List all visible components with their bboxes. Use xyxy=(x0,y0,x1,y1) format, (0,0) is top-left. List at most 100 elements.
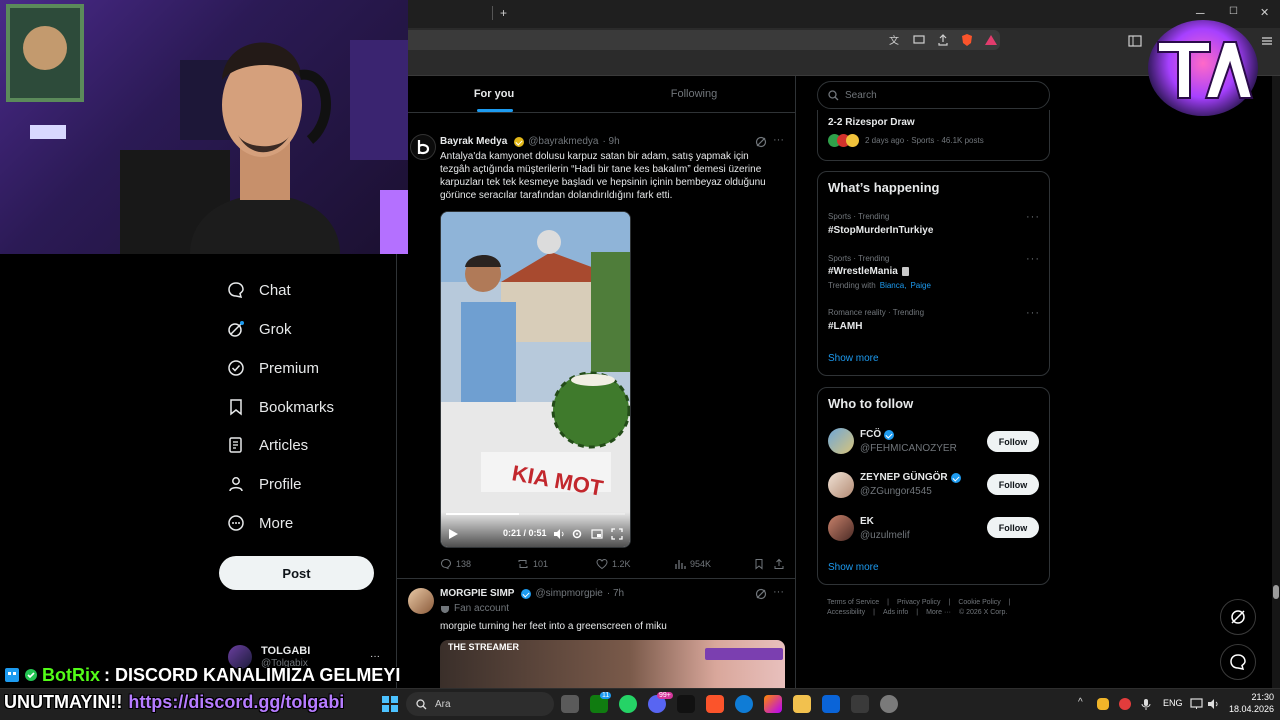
tweet-more-button[interactable]: ··· xyxy=(773,134,784,146)
author-handle[interactable]: @simpmorgpie xyxy=(535,588,602,599)
nav-grok[interactable]: Grok xyxy=(227,314,292,344)
follow-handle[interactable]: @ZGungor4545 xyxy=(860,486,932,497)
brave-rewards-icon[interactable] xyxy=(984,33,998,47)
tweet-time[interactable]: · 9h xyxy=(602,136,619,147)
footer-link[interactable]: Ads info xyxy=(883,609,908,616)
file-explorer-icon[interactable] xyxy=(793,695,811,713)
views-button[interactable]: 954K xyxy=(674,558,711,570)
translate-icon[interactable]: 文 xyxy=(888,33,902,47)
volume-icon[interactable] xyxy=(553,528,565,540)
follow-button[interactable]: Follow xyxy=(987,474,1039,495)
show-more-link[interactable]: Show more xyxy=(828,562,879,573)
cast-icon[interactable] xyxy=(912,33,926,47)
taskbar-search[interactable]: Ara xyxy=(406,692,554,716)
nav-premium[interactable]: Premium xyxy=(227,353,319,383)
follow-handle[interactable]: @uzulmelif xyxy=(860,530,910,541)
tweet-avatar[interactable] xyxy=(410,134,436,160)
post-button[interactable]: Post xyxy=(219,556,374,590)
avatar[interactable] xyxy=(828,515,854,541)
microphone-icon[interactable] xyxy=(1141,698,1151,711)
trend-name[interactable]: #WrestleMania xyxy=(828,266,898,277)
tweet-video[interactable]: KIA MOT xyxy=(440,211,631,548)
whatsapp-icon[interactable] xyxy=(619,695,637,713)
share-icon[interactable] xyxy=(936,33,950,47)
new-tab-button[interactable]: + xyxy=(500,6,507,20)
author-name[interactable]: MORGPIE SIMP xyxy=(440,588,514,599)
windows-start-icon[interactable] xyxy=(382,696,398,712)
input-language[interactable]: ENG xyxy=(1163,698,1183,708)
grok-analyze-icon[interactable] xyxy=(755,588,767,600)
settings-icon[interactable] xyxy=(571,528,583,540)
picture-in-picture-icon[interactable] xyxy=(591,528,603,540)
obs-icon[interactable] xyxy=(880,695,898,713)
tweet-avatar[interactable] xyxy=(408,588,434,614)
task-view-icon[interactable] xyxy=(561,695,579,713)
copilot-icon[interactable] xyxy=(764,695,782,713)
minimize-button[interactable]: ─ xyxy=(1196,6,1205,20)
app-icon[interactable] xyxy=(677,695,695,713)
grok-analyze-icon[interactable] xyxy=(755,136,767,148)
trending-with-link[interactable]: Paige xyxy=(910,281,930,290)
taskbar-clock[interactable]: 21:30 18.04.2026 xyxy=(1224,691,1274,715)
volume-icon[interactable] xyxy=(1207,698,1220,710)
bookmark-icon[interactable] xyxy=(753,558,765,570)
like-button[interactable]: 1.2K xyxy=(596,558,631,570)
follow-name[interactable]: FCÖ xyxy=(860,429,881,440)
mail-icon[interactable] xyxy=(822,695,840,713)
avatar[interactable] xyxy=(828,472,854,498)
trend-more-button[interactable]: ··· xyxy=(1026,307,1040,319)
footer-link[interactable]: More ··· xyxy=(926,609,951,616)
trend-more-button[interactable]: ··· xyxy=(1026,211,1040,223)
footer-link[interactable]: Accessibility xyxy=(827,609,865,616)
network-icon[interactable] xyxy=(1190,698,1203,710)
share-icon[interactable] xyxy=(773,558,785,570)
avatar[interactable] xyxy=(828,428,854,454)
tweet-time[interactable]: · 7h xyxy=(607,588,624,599)
edge-icon[interactable] xyxy=(735,695,753,713)
brave-shield-icon[interactable] xyxy=(960,33,974,47)
tray-overflow-icon[interactable]: ^ xyxy=(1078,697,1083,708)
play-icon[interactable] xyxy=(448,528,459,540)
tab-for-you[interactable]: For you xyxy=(410,76,578,112)
nav-bookmarks[interactable]: Bookmarks xyxy=(227,392,334,422)
follow-button[interactable]: Follow xyxy=(987,431,1039,452)
nav-profile[interactable]: Profile xyxy=(227,469,302,499)
footer-link[interactable]: Cookie Policy xyxy=(958,599,1000,606)
footer-link[interactable]: Privacy Policy xyxy=(897,599,941,606)
menu-icon[interactable] xyxy=(1260,34,1274,48)
show-more-link[interactable]: Show more xyxy=(828,353,879,364)
follow-handle[interactable]: @FEHMICANOZYER xyxy=(860,443,957,454)
repost-button[interactable]: 101 xyxy=(517,558,548,570)
reply-button[interactable]: 138 xyxy=(440,558,471,570)
nav-more[interactable]: More xyxy=(227,508,293,538)
trend-name[interactable]: #LAMH xyxy=(828,321,862,332)
search-input[interactable]: Search xyxy=(817,81,1050,109)
author-handle[interactable]: @bayrakmedya xyxy=(528,136,598,147)
fullscreen-icon[interactable] xyxy=(611,528,623,540)
tab-following[interactable]: Following xyxy=(610,76,778,112)
tweet-media[interactable]: THE STREAMER xyxy=(440,640,785,688)
tray-app-icon[interactable] xyxy=(1119,698,1131,710)
sidebar-toggle-icon[interactable] xyxy=(1128,34,1142,48)
video-progress-track[interactable] xyxy=(446,513,625,515)
tweet-more-button[interactable]: ··· xyxy=(773,586,784,598)
footer-link[interactable]: Terms of Service xyxy=(827,599,879,606)
scrollbar-thumb[interactable] xyxy=(1273,585,1279,599)
brave-icon[interactable] xyxy=(706,695,724,713)
maximize-button[interactable]: ☐ xyxy=(1229,6,1238,17)
nav-articles[interactable]: Articles xyxy=(227,430,308,460)
follow-name[interactable]: ZEYNEP GÜNGÖR xyxy=(860,472,948,483)
follow-button[interactable]: Follow xyxy=(987,517,1039,538)
follow-name[interactable]: EK xyxy=(860,516,874,527)
close-window-button[interactable]: ✕ xyxy=(1260,6,1269,19)
grok-button[interactable] xyxy=(1220,599,1256,635)
tray-app-icon[interactable] xyxy=(1097,698,1109,710)
author-name[interactable]: Bayrak Medya xyxy=(440,136,507,147)
store-icon[interactable] xyxy=(851,695,869,713)
messages-button[interactable] xyxy=(1220,644,1256,680)
account-menu-button[interactable]: ··· xyxy=(370,651,380,662)
nav-chat[interactable]: Chat xyxy=(227,275,291,305)
trend-title[interactable]: 2-2 Rizespor Draw xyxy=(828,117,915,128)
trend-more-button[interactable]: ··· xyxy=(1026,253,1040,265)
trending-with-link[interactable]: Bianca xyxy=(880,281,904,290)
